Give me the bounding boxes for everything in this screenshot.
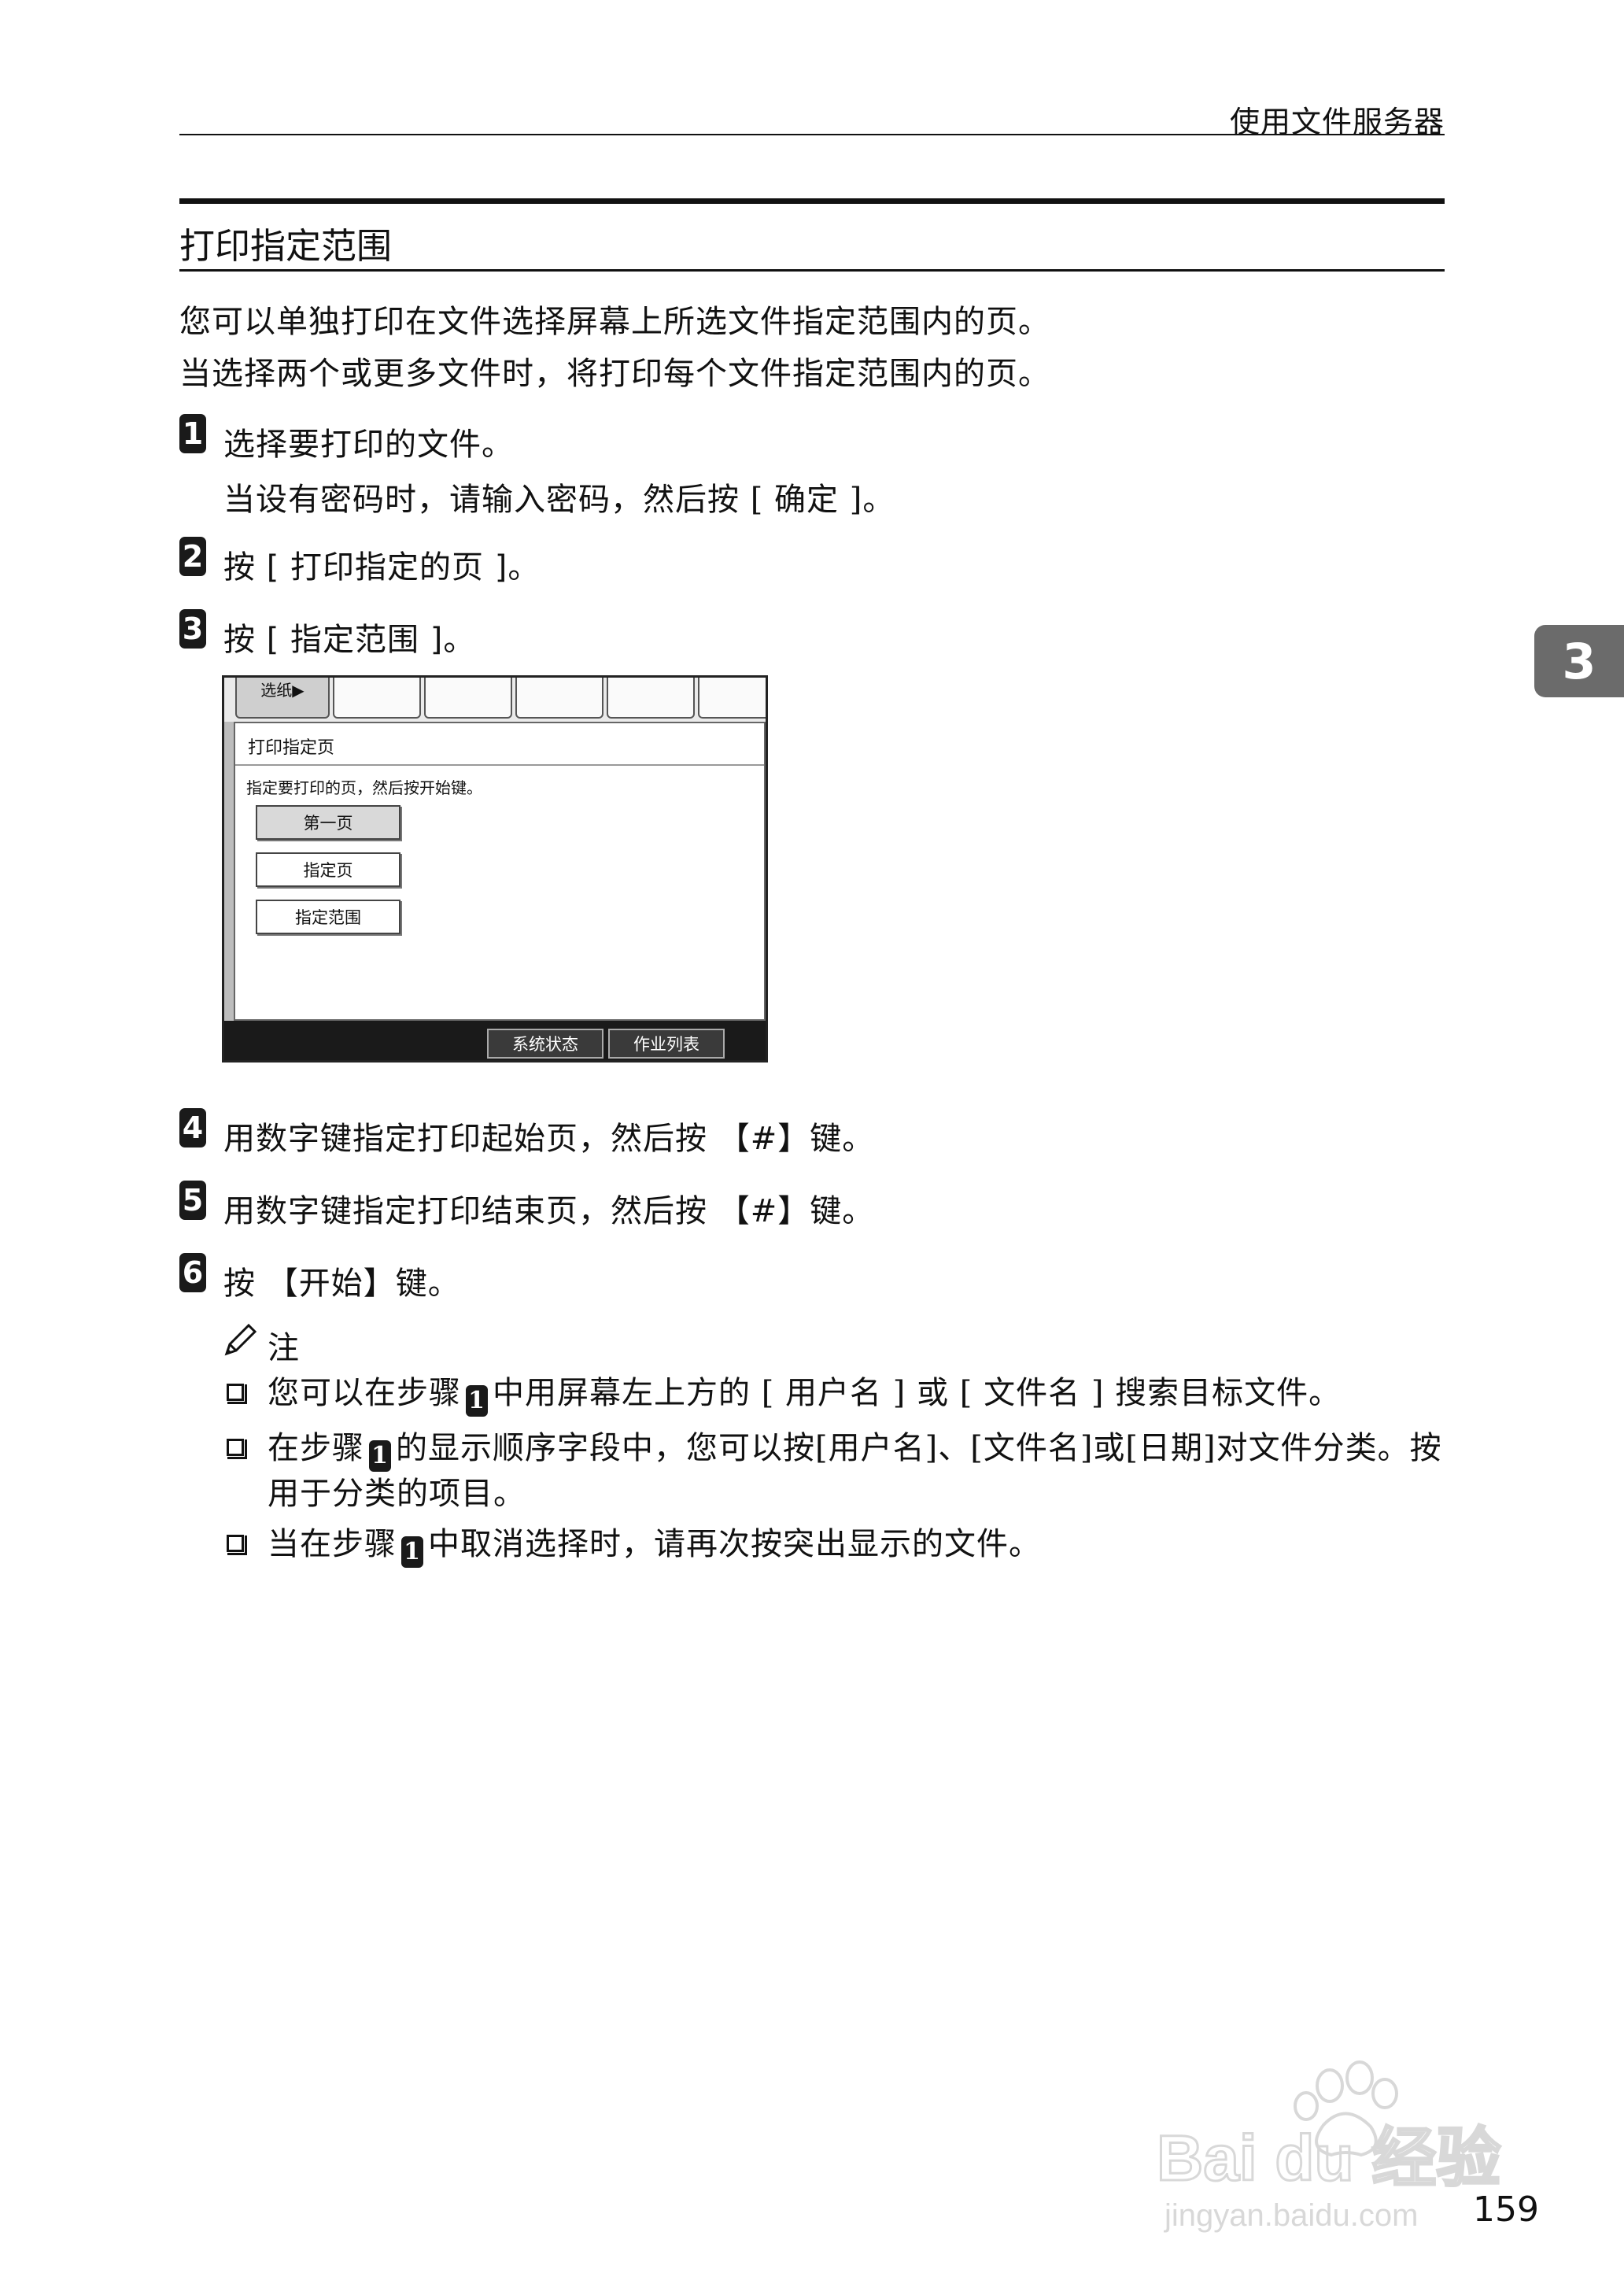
header-rule	[179, 134, 1445, 135]
note-item-1: 您可以在步骤 1 中用屏幕左上方的 [ 用户名 ] 或 [ 文件名 ] 搜索目标文件…	[268, 1371, 1448, 1417]
note-item-1-before: 您可以在步骤	[268, 1375, 461, 1411]
watermark-brand: Bai du 经验	[1157, 2123, 1500, 2194]
step-number-4: 4	[179, 1108, 206, 1148]
step-1-subtext: 当设有密码时，请输入密码，然后按 [ 确定 ]。	[223, 482, 895, 518]
section-bottom-rule	[179, 269, 1445, 272]
step-4-text: 用数字键指定打印起始页，然后按 【#】键。	[223, 1121, 875, 1157]
step-ref-1: 1	[466, 1385, 488, 1417]
status-bar: 系统状态 作业列表	[224, 1021, 766, 1060]
step-number-5: 5	[179, 1181, 206, 1220]
chapter-tab: 3	[1534, 625, 1624, 697]
dialog-title: 打印指定页	[235, 731, 764, 766]
step-ref-1: 1	[369, 1440, 391, 1472]
device-screen: 选纸▶ 打印指定页 指定要打印的页，然后按开始键。 第一页 指定页 指定范围 系…	[222, 675, 768, 1062]
checkbox-bullet-icon	[227, 1535, 247, 1555]
section-title: 打印指定范围	[179, 225, 393, 267]
paper-tab[interactable]	[607, 678, 695, 719]
step-number-3: 3	[179, 609, 206, 649]
first-page-button[interactable]: 第一页	[256, 805, 400, 840]
step-number-1: 1	[179, 414, 206, 453]
checkbox-bullet-icon	[227, 1439, 247, 1459]
step-number-2: 2	[179, 537, 206, 576]
note-item-2-before: 在步骤	[268, 1430, 364, 1466]
paper-tab[interactable]	[698, 678, 766, 719]
system-status-button[interactable]: 系统状态	[487, 1029, 603, 1059]
panel-left-shade	[224, 722, 234, 1021]
note-item-3-before: 当在步骤	[268, 1526, 397, 1562]
step-1-text: 选择要打印的文件。	[223, 427, 514, 463]
note-item-3-after: 中取消选择时，请再次按突出显示的文件。	[428, 1526, 1041, 1562]
paper-tab-row: 选纸▶	[224, 678, 766, 722]
step-3-text: 按 [ 指定范围 ]。	[223, 622, 476, 658]
note-item-1-after: 中用屏幕左上方的 [ 用户名 ] 或 [ 文件名 ] 搜索目标文件。	[493, 1375, 1342, 1411]
paper-tab[interactable]	[515, 678, 603, 719]
job-list-button[interactable]: 作业列表	[608, 1029, 725, 1059]
note-item-2-after: 的显示顺序字段中，您可以按[用户名]、[文件名]或[日期]对文件分类。按用于分类…	[268, 1430, 1442, 1512]
dialog-area: 打印指定页 指定要打印的页，然后按开始键。 第一页 指定页 指定范围	[234, 722, 766, 1021]
paper-tab[interactable]	[333, 678, 421, 719]
note-label: 注	[268, 1330, 299, 1366]
section-top-rule	[179, 198, 1445, 204]
step-number-6: 6	[179, 1253, 206, 1292]
paper-select-tab[interactable]: 选纸▶	[235, 678, 330, 719]
specified-page-button[interactable]: 指定页	[256, 852, 400, 887]
page-number: 159	[1473, 2190, 1539, 2230]
specified-range-button[interactable]: 指定范围	[256, 900, 400, 934]
watermark-url: jingyan.baidu.com	[1164, 2198, 1418, 2233]
pencil-icon	[224, 1323, 257, 1356]
intro-line-2: 当选择两个或更多文件时，将打印每个文件指定范围内的页。	[179, 356, 1050, 392]
step-5-text: 用数字键指定打印结束页，然后按 【#】键。	[223, 1193, 875, 1229]
dialog-instruction: 指定要打印的页，然后按开始键。	[246, 778, 482, 797]
checkbox-bullet-icon	[227, 1384, 247, 1404]
note-item-3: 当在步骤 1 中取消选择时，请再次按突出显示的文件。	[268, 1522, 1448, 1568]
step-6-text: 按 【开始】键。	[223, 1266, 460, 1302]
paper-tab[interactable]	[424, 678, 512, 719]
step-ref-1: 1	[401, 1536, 423, 1568]
intro-line-1: 您可以单独打印在文件选择屏幕上所选文件指定范围内的页。	[179, 304, 1050, 340]
note-item-2: 在步骤 1 的显示顺序字段中，您可以按[用户名]、[文件名]或[日期]对文件分类。按…	[268, 1426, 1448, 1516]
step-2-text: 按 [ 打印指定的页 ]。	[223, 549, 541, 586]
